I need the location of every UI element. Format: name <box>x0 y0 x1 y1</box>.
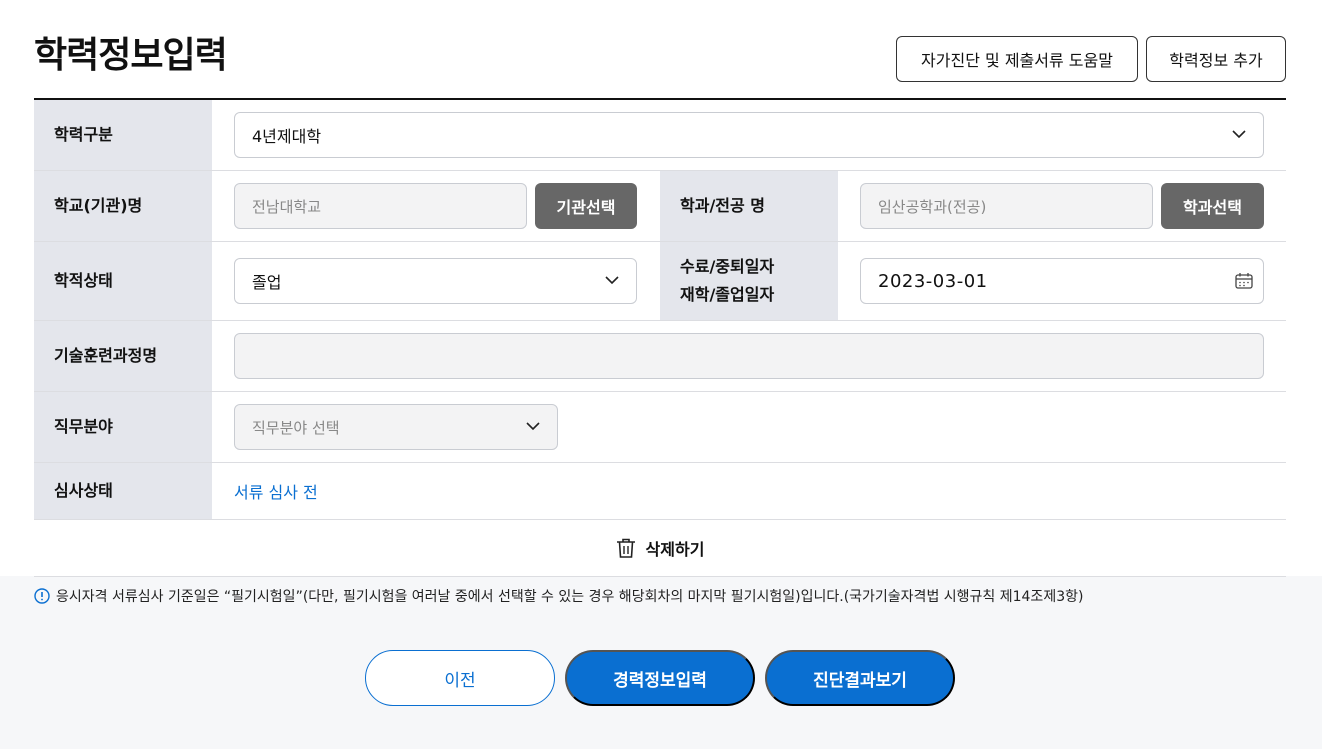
job-field-label: 직무분야 <box>34 392 212 462</box>
form-row-job-field: 직무분야 직무분야 선택 <box>34 392 1286 463</box>
help-button[interactable]: 자가진단 및 제출서류 도움말 <box>896 36 1138 82</box>
delete-label: 삭제하기 <box>645 540 705 559</box>
date-label: 수료/중퇴일자 재학/졸업일자 <box>660 242 838 320</box>
school-input[interactable]: 전남대학교 <box>234 183 527 229</box>
edu-type-select[interactable]: 4년제대학 <box>234 112 1264 158</box>
job-field-select[interactable]: 직무분야 선택 <box>234 404 558 450</box>
training-label: 기술훈련과정명 <box>34 321 212 391</box>
chevron-down-icon <box>1232 130 1246 139</box>
date-value: 2023-03-01 <box>878 270 988 292</box>
view-result-button[interactable]: 진단결과보기 <box>765 650 955 706</box>
prev-button[interactable]: 이전 <box>365 650 555 706</box>
status-value: 졸업 <box>252 273 282 292</box>
education-form: 학력구분 4년제대학 학교(기관)명 전남대학교 기관선택 학과/전공 명 임산… <box>34 98 1286 577</box>
form-row-review: 심사상태 서류 심사 전 <box>34 463 1286 520</box>
major-input[interactable]: 임산공학과(전공) <box>860 183 1153 229</box>
status-select[interactable]: 졸업 <box>234 258 637 304</box>
edu-type-label: 학력구분 <box>34 100 212 170</box>
notice: 응시자격 서류심사 기준일은 “필기시험일”(다만, 필기시험을 여러날 중에서… <box>34 586 1083 606</box>
review-label: 심사상태 <box>34 463 212 519</box>
form-row-edu-type: 학력구분 4년제대학 <box>34 100 1286 171</box>
major-label: 학과/전공 명 <box>660 171 838 241</box>
select-major-button[interactable]: 학과선택 <box>1161 183 1264 229</box>
info-icon <box>34 588 50 604</box>
chevron-down-icon <box>605 276 619 285</box>
delete-button[interactable]: 삭제하기 <box>34 520 1286 577</box>
calendar-icon[interactable] <box>1234 271 1254 291</box>
review-status: 서류 심사 전 <box>234 483 318 502</box>
page: 학력정보입력 자가진단 및 제출서류 도움말 학력정보 추가 학력구분 4년제대… <box>0 0 1322 749</box>
trash-icon <box>616 538 635 558</box>
school-label: 학교(기관)명 <box>34 171 212 241</box>
form-row-training: 기술훈련과정명 <box>34 321 1286 392</box>
chevron-down-icon <box>526 422 540 431</box>
add-education-button[interactable]: 학력정보 추가 <box>1146 36 1286 82</box>
date-label-line2: 재학/졸업일자 <box>680 285 775 304</box>
page-title: 학력정보입력 <box>34 35 228 76</box>
notice-text: 응시자격 서류심사 기준일은 “필기시험일”(다만, 필기시험을 여러날 중에서… <box>56 589 1084 605</box>
career-info-button[interactable]: 경력정보입력 <box>565 650 755 706</box>
form-row-status: 학적상태 졸업 수료/중퇴일자 재학/졸업일자 2023-03-01 <box>34 242 1286 321</box>
date-input[interactable]: 2023-03-01 <box>860 258 1264 304</box>
training-input[interactable] <box>234 333 1264 379</box>
date-label-line1: 수료/중퇴일자 <box>680 257 775 276</box>
status-label: 학적상태 <box>34 242 212 320</box>
select-institution-button[interactable]: 기관선택 <box>535 183 637 229</box>
edu-type-value: 4년제대학 <box>252 127 322 146</box>
job-field-placeholder: 직무분야 선택 <box>252 418 340 437</box>
form-row-school: 학교(기관)명 전남대학교 기관선택 학과/전공 명 임산공학과(전공) 학과선… <box>34 171 1286 242</box>
